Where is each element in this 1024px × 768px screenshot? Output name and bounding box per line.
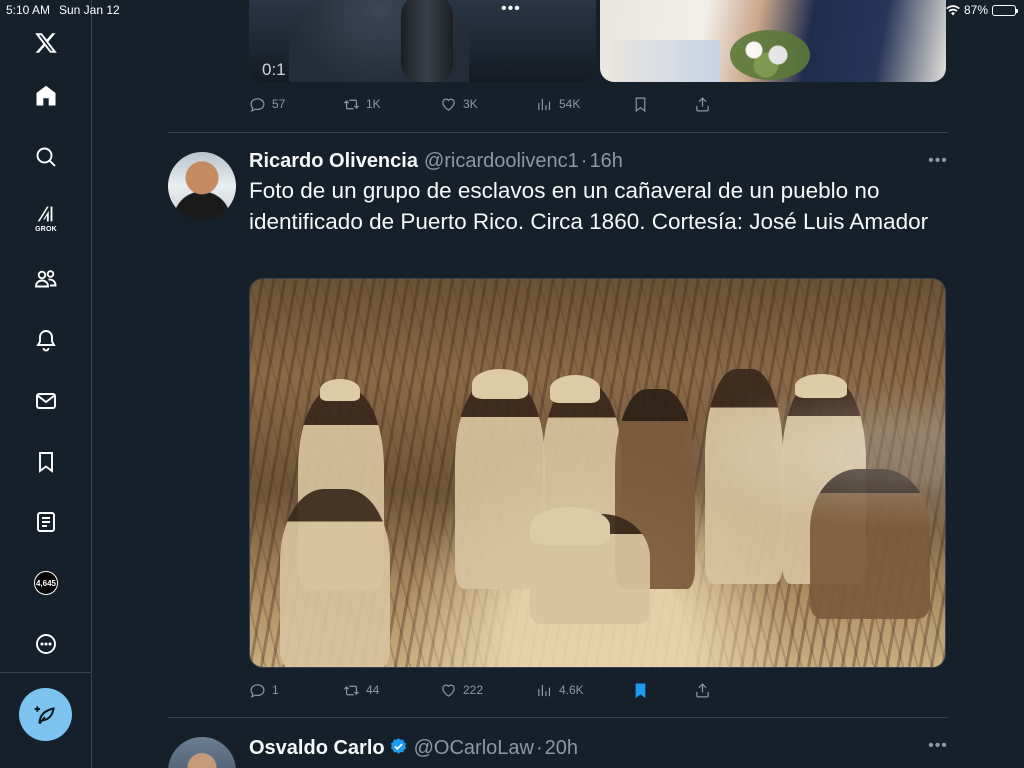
like-count: 222 bbox=[463, 683, 484, 697]
views-icon bbox=[538, 98, 551, 110]
status-date: Sun Jan 12 bbox=[59, 3, 120, 17]
more-icon[interactable] bbox=[25, 623, 67, 665]
bookmark-button[interactable] bbox=[632, 94, 649, 114]
photo-glare bbox=[250, 279, 945, 667]
author-name[interactable]: Osvaldo Carlo bbox=[249, 737, 385, 760]
reply-button[interactable]: 1 bbox=[249, 680, 279, 700]
tweet-time[interactable]: 16h bbox=[589, 150, 622, 173]
like-count: 3K bbox=[463, 97, 478, 111]
share-button[interactable] bbox=[694, 94, 711, 114]
views-button[interactable]: 4.6K bbox=[536, 680, 584, 700]
feather-plus-icon bbox=[34, 705, 55, 724]
avatar[interactable] bbox=[168, 737, 236, 768]
like-button[interactable]: 222 bbox=[440, 680, 483, 700]
repost-icon bbox=[343, 685, 360, 695]
author-name[interactable]: Ricardo Olivencia bbox=[249, 150, 418, 173]
x-logo-icon[interactable] bbox=[25, 22, 67, 64]
heart-icon bbox=[442, 684, 455, 697]
tweet-divider bbox=[168, 132, 948, 133]
views-count: 54K bbox=[559, 97, 581, 111]
views-count: 4.6K bbox=[559, 683, 584, 697]
views-icon bbox=[538, 684, 551, 696]
video-time: 0:1 bbox=[262, 60, 286, 79]
more-options-icon[interactable]: ••• bbox=[927, 152, 949, 172]
time-separator: · bbox=[535, 737, 543, 759]
bookmark-button[interactable] bbox=[632, 680, 649, 700]
share-icon bbox=[696, 96, 709, 111]
status-bar: 5:10 AM Sun Jan 12 87% bbox=[0, 0, 1024, 20]
status-right: 87% bbox=[946, 3, 1018, 17]
home-icon[interactable] bbox=[25, 75, 67, 117]
bookmarks-icon[interactable] bbox=[25, 441, 67, 483]
image-flowers bbox=[730, 30, 810, 80]
tweet-divider bbox=[168, 717, 948, 718]
repost-count: 1K bbox=[366, 97, 381, 111]
author-handle[interactable]: @OCarloLaw bbox=[414, 737, 534, 760]
tweet-time[interactable]: 20h bbox=[545, 737, 578, 760]
search-icon[interactable] bbox=[25, 136, 67, 178]
reply-count: 57 bbox=[272, 97, 286, 111]
repost-button[interactable]: 44 bbox=[343, 680, 379, 700]
tweet-photo[interactable] bbox=[249, 278, 946, 668]
grok-icon[interactable]: GROK bbox=[25, 197, 67, 239]
share-icon bbox=[696, 682, 709, 697]
more-options-icon[interactable]: ••• bbox=[927, 737, 949, 757]
grok-label: GROK bbox=[35, 226, 57, 233]
time-separator: · bbox=[580, 150, 588, 172]
reply-icon bbox=[250, 97, 265, 112]
battery-percent: 87% bbox=[963, 3, 988, 17]
previous-tweet-actions: 57 1K 3K 54K bbox=[249, 94, 719, 114]
status-time: 5:10 AM bbox=[6, 3, 51, 17]
profile-avatar: 4,645 bbox=[34, 571, 58, 595]
tweet-actions: 1 44 222 4.6K bbox=[249, 680, 719, 700]
author-handle[interactable]: @ricardoolivenc1 bbox=[424, 150, 579, 173]
tweet-text: Foto de un grupo de esclavos en un cañav… bbox=[249, 178, 929, 234]
verified-badge-icon bbox=[389, 737, 408, 756]
repost-icon bbox=[343, 99, 360, 109]
timeline: ••• 0:1 57 1K 3K 54K Ricardo Olivencia @… bbox=[168, 0, 948, 768]
reply-button[interactable]: 57 bbox=[249, 94, 285, 114]
views-button[interactable]: 54K bbox=[536, 94, 580, 114]
repost-count: 44 bbox=[366, 683, 380, 697]
heart-icon bbox=[442, 98, 455, 111]
lists-icon[interactable] bbox=[25, 501, 67, 543]
profile-icon[interactable]: 4,645 bbox=[25, 562, 67, 604]
tweet-header: Ricardo Olivencia @ricardoolivenc1 · 16h bbox=[249, 150, 623, 173]
battery-icon bbox=[992, 4, 1018, 16]
wifi-icon bbox=[946, 4, 960, 15]
repost-button[interactable]: 1K bbox=[343, 94, 381, 114]
tweet-header: Osvaldo Carlo @OCarloLaw · 20h bbox=[249, 735, 578, 760]
compose-button[interactable] bbox=[19, 688, 72, 741]
sidebar: GROK 4,645 bbox=[0, 0, 92, 768]
communities-icon[interactable] bbox=[25, 258, 67, 300]
like-button[interactable]: 3K bbox=[440, 94, 478, 114]
reply-count: 1 bbox=[272, 683, 279, 697]
bookmark-icon bbox=[635, 97, 646, 112]
image-table bbox=[610, 40, 720, 82]
notifications-icon[interactable] bbox=[25, 319, 67, 361]
reply-icon bbox=[250, 683, 265, 698]
avatar[interactable] bbox=[168, 152, 236, 220]
messages-icon[interactable] bbox=[25, 380, 67, 422]
sidebar-divider bbox=[0, 672, 91, 673]
bookmark-filled-icon bbox=[635, 683, 646, 698]
share-button[interactable] bbox=[694, 680, 711, 700]
